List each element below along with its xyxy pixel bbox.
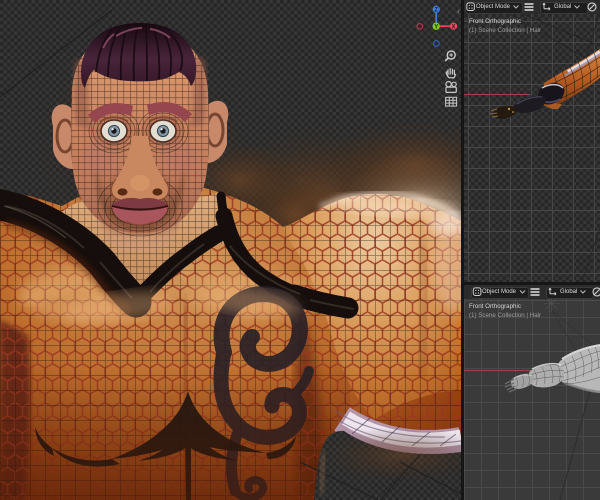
svg-text:X: X xyxy=(451,24,455,30)
svg-text:Y: Y xyxy=(434,24,438,30)
svg-text:Z: Z xyxy=(434,8,438,14)
